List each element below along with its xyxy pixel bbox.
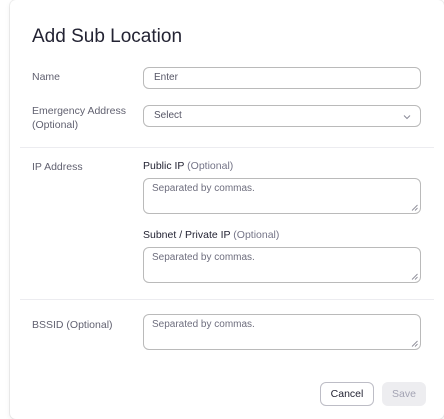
emergency-address-label-line1: Emergency Address: [32, 105, 126, 117]
resize-grip-icon[interactable]: [411, 340, 418, 347]
subnet-private-ip-textarea[interactable]: Separated by commas.: [143, 247, 421, 283]
cancel-button[interactable]: Cancel: [320, 382, 374, 406]
emergency-address-label: Emergency Address (Optional): [32, 104, 126, 132]
public-ip-textarea[interactable]: Separated by commas.: [143, 178, 421, 214]
divider: [20, 147, 434, 148]
emergency-address-label-line2: (Optional): [32, 119, 79, 131]
emergency-address-select[interactable]: Select: [143, 105, 421, 127]
public-ip-label: Public IP (Optional): [143, 160, 233, 172]
public-ip-optional-text: (Optional): [187, 160, 234, 172]
public-ip-placeholder: Separated by commas.: [152, 183, 255, 194]
dialog-title: Add Sub Location: [32, 26, 183, 47]
resize-grip-icon[interactable]: [411, 273, 418, 280]
public-ip-label-text: Public IP: [143, 160, 185, 172]
chevron-down-icon: [403, 115, 411, 120]
emergency-address-select-value: Select: [154, 110, 182, 121]
name-label: Name: [32, 71, 61, 83]
bssid-textarea[interactable]: Separated by commas.: [143, 314, 421, 350]
subnet-private-ip-optional-text: (Optional): [233, 229, 280, 241]
subnet-private-ip-label-text: Subnet / Private IP: [143, 229, 231, 241]
name-input[interactable]: Enter: [143, 67, 421, 89]
subnet-private-ip-label: Subnet / Private IP (Optional): [143, 229, 279, 241]
divider: [20, 299, 434, 300]
subnet-private-ip-placeholder: Separated by commas.: [152, 252, 255, 263]
save-button[interactable]: Save: [382, 382, 426, 406]
add-sub-location-dialog: Add Sub Location Name Enter Emergency Ad…: [10, 0, 444, 419]
bssid-placeholder: Separated by commas.: [152, 319, 255, 330]
resize-grip-icon[interactable]: [411, 204, 418, 211]
bssid-label: BSSID (Optional): [32, 319, 113, 331]
ip-address-label: IP Address: [32, 161, 83, 173]
